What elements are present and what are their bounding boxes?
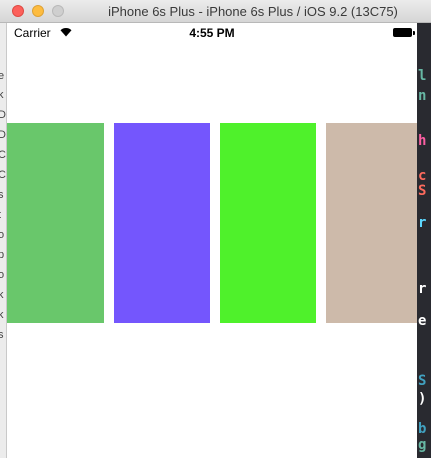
purple-tile (114, 123, 210, 323)
tan-tile (326, 123, 417, 323)
zoom-window-button[interactable] (52, 5, 64, 17)
minimize-window-button[interactable] (32, 5, 44, 17)
battery-icon (393, 28, 415, 37)
simulator-title-bar: iPhone 6s Plus - iPhone 6s Plus / iOS 9.… (0, 0, 431, 23)
simulator-screen[interactable]: Carrier 4:55 PM (7, 23, 417, 458)
status-bar: Carrier 4:55 PM (7, 23, 417, 43)
status-time: 4:55 PM (189, 26, 235, 40)
background-xcode-navigator: e k D D C C s t o p o k k s (0, 23, 7, 458)
window-title: iPhone 6s Plus - iPhone 6s Plus / iOS 9.… (108, 4, 398, 19)
lime-tile (220, 123, 316, 323)
background-xcode-editor: l n h c S r r e S ) b g (417, 23, 431, 458)
green-tile (7, 123, 104, 323)
close-window-button[interactable] (12, 5, 24, 17)
